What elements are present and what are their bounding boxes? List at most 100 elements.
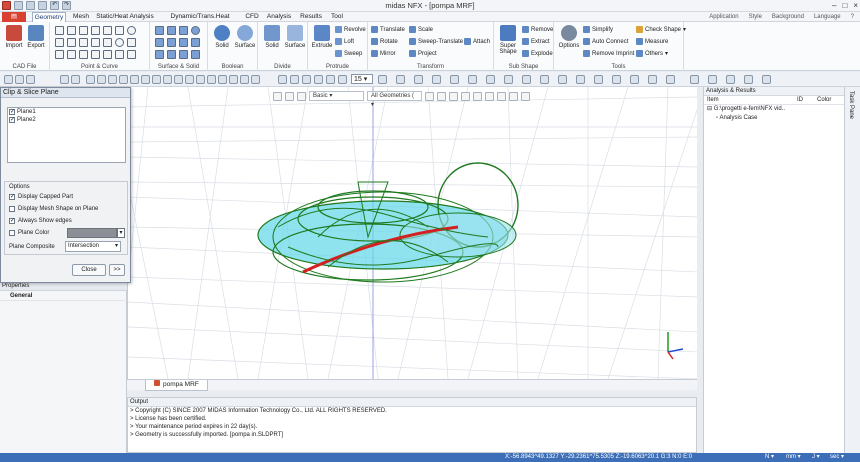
polyline-icon[interactable] xyxy=(79,26,88,35)
language-menu[interactable]: Language xyxy=(814,12,841,22)
checkbox-box[interactable]: ✓ xyxy=(9,194,15,200)
tab-analysis[interactable]: Analysis xyxy=(264,12,294,22)
tree-analysis-case[interactable]: ▫ Analysis Case xyxy=(704,114,844,123)
task-pane-strip[interactable]: Task Pane xyxy=(844,87,860,453)
filter-mesh-icon[interactable] xyxy=(473,91,482,101)
filter-solid-icon[interactable] xyxy=(425,91,434,101)
auto-connect-button[interactable]: Auto Connect xyxy=(583,38,628,45)
cube-view-icon[interactable] xyxy=(378,75,387,84)
plane-surface-icon[interactable] xyxy=(155,50,164,59)
plane-item[interactable]: ✓ Plane2 xyxy=(8,116,125,124)
extract-button[interactable]: Extract xyxy=(522,38,550,45)
rectangle-icon[interactable] xyxy=(91,26,100,35)
label-icon[interactable] xyxy=(612,75,621,84)
divide-solid-button[interactable]: Solid xyxy=(261,25,283,49)
translate-button[interactable]: Translate xyxy=(371,26,405,33)
polygon-icon[interactable] xyxy=(103,26,112,35)
tab-dynamic[interactable]: Dynamic/Trans.Heat Analysis xyxy=(158,12,242,30)
measure-button[interactable]: Measure xyxy=(636,38,668,45)
view-bottom-icon[interactable] xyxy=(196,75,205,84)
color-picker-icon[interactable] xyxy=(297,91,306,101)
torus-icon[interactable] xyxy=(155,38,164,47)
view-front-icon[interactable] xyxy=(141,75,150,84)
properties-general[interactable]: General xyxy=(0,291,127,301)
arc-icon[interactable] xyxy=(115,26,124,35)
filter-vertex-icon[interactable] xyxy=(461,91,470,101)
explode-button[interactable]: Explode xyxy=(522,50,553,57)
intersect-curve-icon[interactable] xyxy=(91,38,100,47)
point-icon[interactable] xyxy=(55,26,64,35)
cone-icon[interactable] xyxy=(179,26,188,35)
fillet-icon[interactable] xyxy=(67,38,76,47)
hammer-icon[interactable] xyxy=(648,75,657,84)
minimize-icon[interactable]: – xyxy=(832,1,836,10)
wedge-icon[interactable] xyxy=(167,38,176,47)
3d-viewport[interactable]: Basic ▾ All Geometries ( ▾ xyxy=(127,87,697,379)
view-iso-icon[interactable] xyxy=(207,75,216,84)
rotate-cw-icon[interactable] xyxy=(338,75,347,84)
hide-icon[interactable] xyxy=(468,75,477,84)
prism-icon[interactable] xyxy=(179,38,188,47)
import-button[interactable]: Import xyxy=(4,25,24,49)
options-button[interactable]: Options xyxy=(557,25,581,49)
sphere-icon[interactable] xyxy=(191,26,200,35)
arrow-right-icon[interactable] xyxy=(290,75,299,84)
analysis-icon[interactable] xyxy=(690,75,699,84)
display-capped-checkbox[interactable]: ✓ Display Capped Part xyxy=(9,194,73,200)
display-icon[interactable] xyxy=(396,75,405,84)
rotate-ccw-icon[interactable] xyxy=(326,75,335,84)
unit-time-select[interactable]: sec ▾ xyxy=(830,453,844,462)
select-icon[interactable] xyxy=(4,75,13,84)
fill-surface-icon[interactable] xyxy=(167,50,176,59)
plane-color-swatch[interactable] xyxy=(67,228,117,238)
remove-button[interactable]: Remove xyxy=(522,26,553,33)
arrow-down-icon[interactable] xyxy=(314,75,323,84)
checkbox-box[interactable] xyxy=(9,230,15,236)
tab-cfd[interactable]: CFD xyxy=(244,12,260,22)
tree-root[interactable]: ⊟ G:\progetti e-fem\NFX vid.. xyxy=(704,105,844,114)
transparency-icon[interactable] xyxy=(450,75,459,84)
more-button[interactable]: >> xyxy=(109,264,125,276)
chamfer-icon[interactable] xyxy=(79,38,88,47)
application-menu[interactable]: Application xyxy=(709,12,738,22)
pick-icon[interactable] xyxy=(762,75,771,84)
wire-icon[interactable] xyxy=(127,50,136,59)
face-icon[interactable] xyxy=(191,38,200,47)
tab-results[interactable]: Results xyxy=(298,12,324,22)
boolean-solid-button[interactable]: Solid xyxy=(211,25,233,49)
line-icon[interactable] xyxy=(67,26,76,35)
render-icon[interactable] xyxy=(414,75,423,84)
plane-color-dropdown[interactable]: ▾ xyxy=(117,228,125,238)
super-shape-button[interactable]: Super Shape xyxy=(496,25,520,55)
background-menu[interactable]: Background xyxy=(772,12,804,22)
box-icon[interactable] xyxy=(155,26,164,35)
filter-element-icon[interactable] xyxy=(497,91,506,101)
arrow-left-icon[interactable] xyxy=(278,75,287,84)
shell-icon[interactable] xyxy=(179,50,188,59)
plane1-checkbox[interactable]: ✓ xyxy=(9,109,15,115)
snap-icon[interactable] xyxy=(558,75,567,84)
check-shape-button[interactable]: Check Shape ▾ xyxy=(636,26,686,33)
boolean-surface-button[interactable]: Surface xyxy=(234,25,256,49)
projection-icon[interactable] xyxy=(91,50,100,59)
rotate-y-icon[interactable] xyxy=(119,75,128,84)
ellipse-icon[interactable] xyxy=(115,38,124,47)
clip-plane-icon[interactable] xyxy=(504,75,513,84)
pan-icon[interactable] xyxy=(130,75,139,84)
brush-icon[interactable] xyxy=(285,91,294,101)
sweep-translate-button[interactable]: Sweep-Translate xyxy=(409,38,463,45)
rotate-button[interactable]: Rotate xyxy=(371,38,398,45)
wireframe-icon[interactable] xyxy=(229,75,238,84)
cylinder-icon[interactable] xyxy=(167,26,176,35)
filter-bc-icon[interactable] xyxy=(521,91,530,101)
break-icon[interactable] xyxy=(67,50,76,59)
trim-icon[interactable] xyxy=(127,38,136,47)
spline-icon[interactable] xyxy=(55,38,64,47)
view-back-icon[interactable] xyxy=(152,75,161,84)
tab-geometry[interactable]: Geometry xyxy=(32,12,66,22)
divide-surface-button[interactable]: Surface xyxy=(284,25,306,49)
select-filter-icon[interactable] xyxy=(26,75,35,84)
rotation-angle-select[interactable]: 15 ▾ xyxy=(351,74,373,84)
close-button[interactable]: Close xyxy=(72,264,106,276)
show-icon[interactable] xyxy=(486,75,495,84)
